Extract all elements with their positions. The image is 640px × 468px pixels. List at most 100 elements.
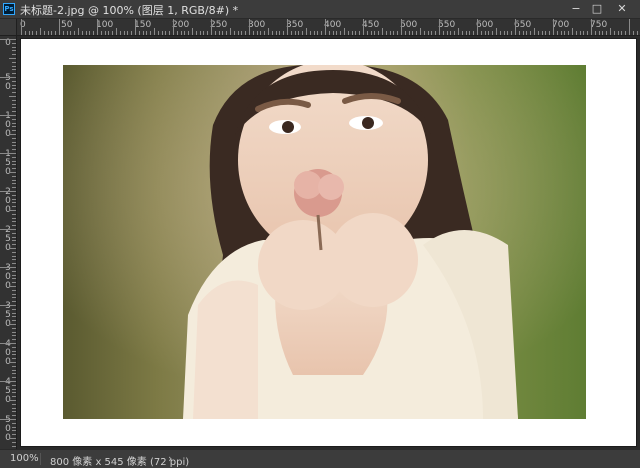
zoom-level[interactable]: 100% (10, 453, 39, 464)
ruler-tick (157, 31, 159, 35)
ruler-tick (12, 244, 16, 246)
photo-layer[interactable] (63, 65, 586, 419)
ruler-tick (412, 31, 414, 35)
maximize-button[interactable]: □ (589, 2, 605, 16)
minimize-button[interactable]: − (568, 2, 584, 16)
ruler-tick (12, 403, 16, 405)
ruler-tick (0, 39, 16, 40)
ruler-tick (423, 31, 425, 35)
ruler-tick (12, 289, 16, 291)
ruler-tick (214, 31, 216, 35)
ruler-tick (420, 28, 421, 35)
ruler-tick (12, 42, 16, 44)
ruler-tick (78, 28, 79, 35)
ruler-tick (610, 28, 611, 35)
canvas-area[interactable] (17, 36, 640, 449)
ruler-tick (602, 31, 604, 35)
ruler-label: 200 (172, 20, 190, 30)
ruler-tick (12, 312, 16, 314)
ruler-tick (12, 282, 16, 284)
ruler-tick (302, 31, 304, 35)
ruler-tick (142, 31, 144, 35)
ruler-tick (12, 73, 16, 75)
ruler-tick (12, 388, 16, 390)
ruler-tick (104, 31, 106, 35)
ruler-tick (12, 384, 16, 386)
ruler-tick (12, 84, 16, 86)
ruler-tick (370, 31, 372, 35)
ruler-tick (9, 400, 16, 401)
ruler-tick (12, 65, 16, 67)
ruler-tick (222, 31, 224, 35)
ruler-tick (9, 248, 16, 249)
ruler-tick (321, 31, 323, 35)
ruler-tick (123, 31, 125, 35)
ruler-tick (12, 80, 16, 82)
ruler-tick (180, 31, 182, 35)
ruler-tick (572, 28, 573, 35)
ruler-tick (9, 134, 16, 135)
ruler-tick (233, 31, 235, 35)
ruler-tick (12, 118, 16, 120)
ruler-tick (12, 320, 16, 322)
ruler-tick (9, 172, 16, 173)
ruler-tick (496, 28, 497, 35)
ruler-tick (0, 381, 16, 382)
ruler-tick (12, 415, 16, 417)
ruler-tick (12, 251, 16, 253)
status-menu-arrow-icon[interactable]: › (168, 452, 172, 465)
ruler-tick (344, 28, 345, 35)
ruler-tick (12, 107, 16, 109)
ruler-tick (66, 31, 68, 35)
close-button[interactable]: ✕ (614, 2, 630, 16)
ruler-tick (211, 19, 212, 35)
ruler-tick (12, 232, 16, 234)
ruler-tick (408, 31, 410, 35)
ruler-tick (12, 346, 16, 348)
ruler-tick (12, 426, 16, 428)
ruler-tick (309, 31, 311, 35)
ruler-tick (317, 31, 319, 35)
ruler-tick (12, 354, 16, 356)
ruler-tick (85, 31, 87, 35)
document-canvas[interactable] (21, 39, 636, 446)
ruler-tick (549, 31, 551, 35)
ruler-origin-corner[interactable] (0, 19, 17, 36)
ruler-tick (507, 31, 509, 35)
ruler-tick (336, 31, 338, 35)
ruler-tick (340, 31, 342, 35)
ruler-tick (9, 96, 16, 97)
ruler-tick (12, 69, 16, 71)
ruler-label: 750 (590, 20, 608, 30)
ruler-tick (366, 31, 368, 35)
ruler-tick (12, 422, 16, 424)
ruler-tick (192, 28, 193, 35)
ruler-label: 400 (324, 20, 342, 30)
ruler-tick (431, 31, 433, 35)
ruler-tick (332, 31, 334, 35)
ruler-tick (12, 335, 16, 337)
ruler-tick (188, 31, 190, 35)
ruler-tick (12, 168, 16, 170)
ruler-tick (150, 31, 152, 35)
horizontal-ruler[interactable]: 0 50 100 150 200 250 300 350 400 450 500… (17, 19, 640, 36)
ruler-tick (127, 31, 129, 35)
ruler-tick (446, 31, 448, 35)
ruler-tick (12, 164, 16, 166)
ruler-tick (12, 445, 16, 447)
vertical-ruler[interactable]: 0 5 0 1 0 0 1 5 0 2 0 0 2 5 0 3 0 0 3 5 … (0, 36, 17, 449)
status-divider (40, 453, 41, 465)
ruler-tick (385, 31, 387, 35)
ruler-tick (12, 217, 16, 219)
ruler-tick (135, 19, 136, 35)
ruler-tick (363, 19, 364, 35)
ruler-tick (442, 31, 444, 35)
ruler-label: 700 (552, 20, 570, 30)
document-title[interactable]: 未标题-2.jpg @ 100% (图层 1, RGB/8#) * (20, 2, 238, 18)
ruler-tick (131, 31, 133, 35)
ruler-tick (36, 31, 38, 35)
ruler-tick (12, 54, 16, 56)
ruler-tick (116, 28, 117, 35)
ruler-label: 150 (134, 20, 152, 30)
ruler-tick (21, 19, 22, 35)
